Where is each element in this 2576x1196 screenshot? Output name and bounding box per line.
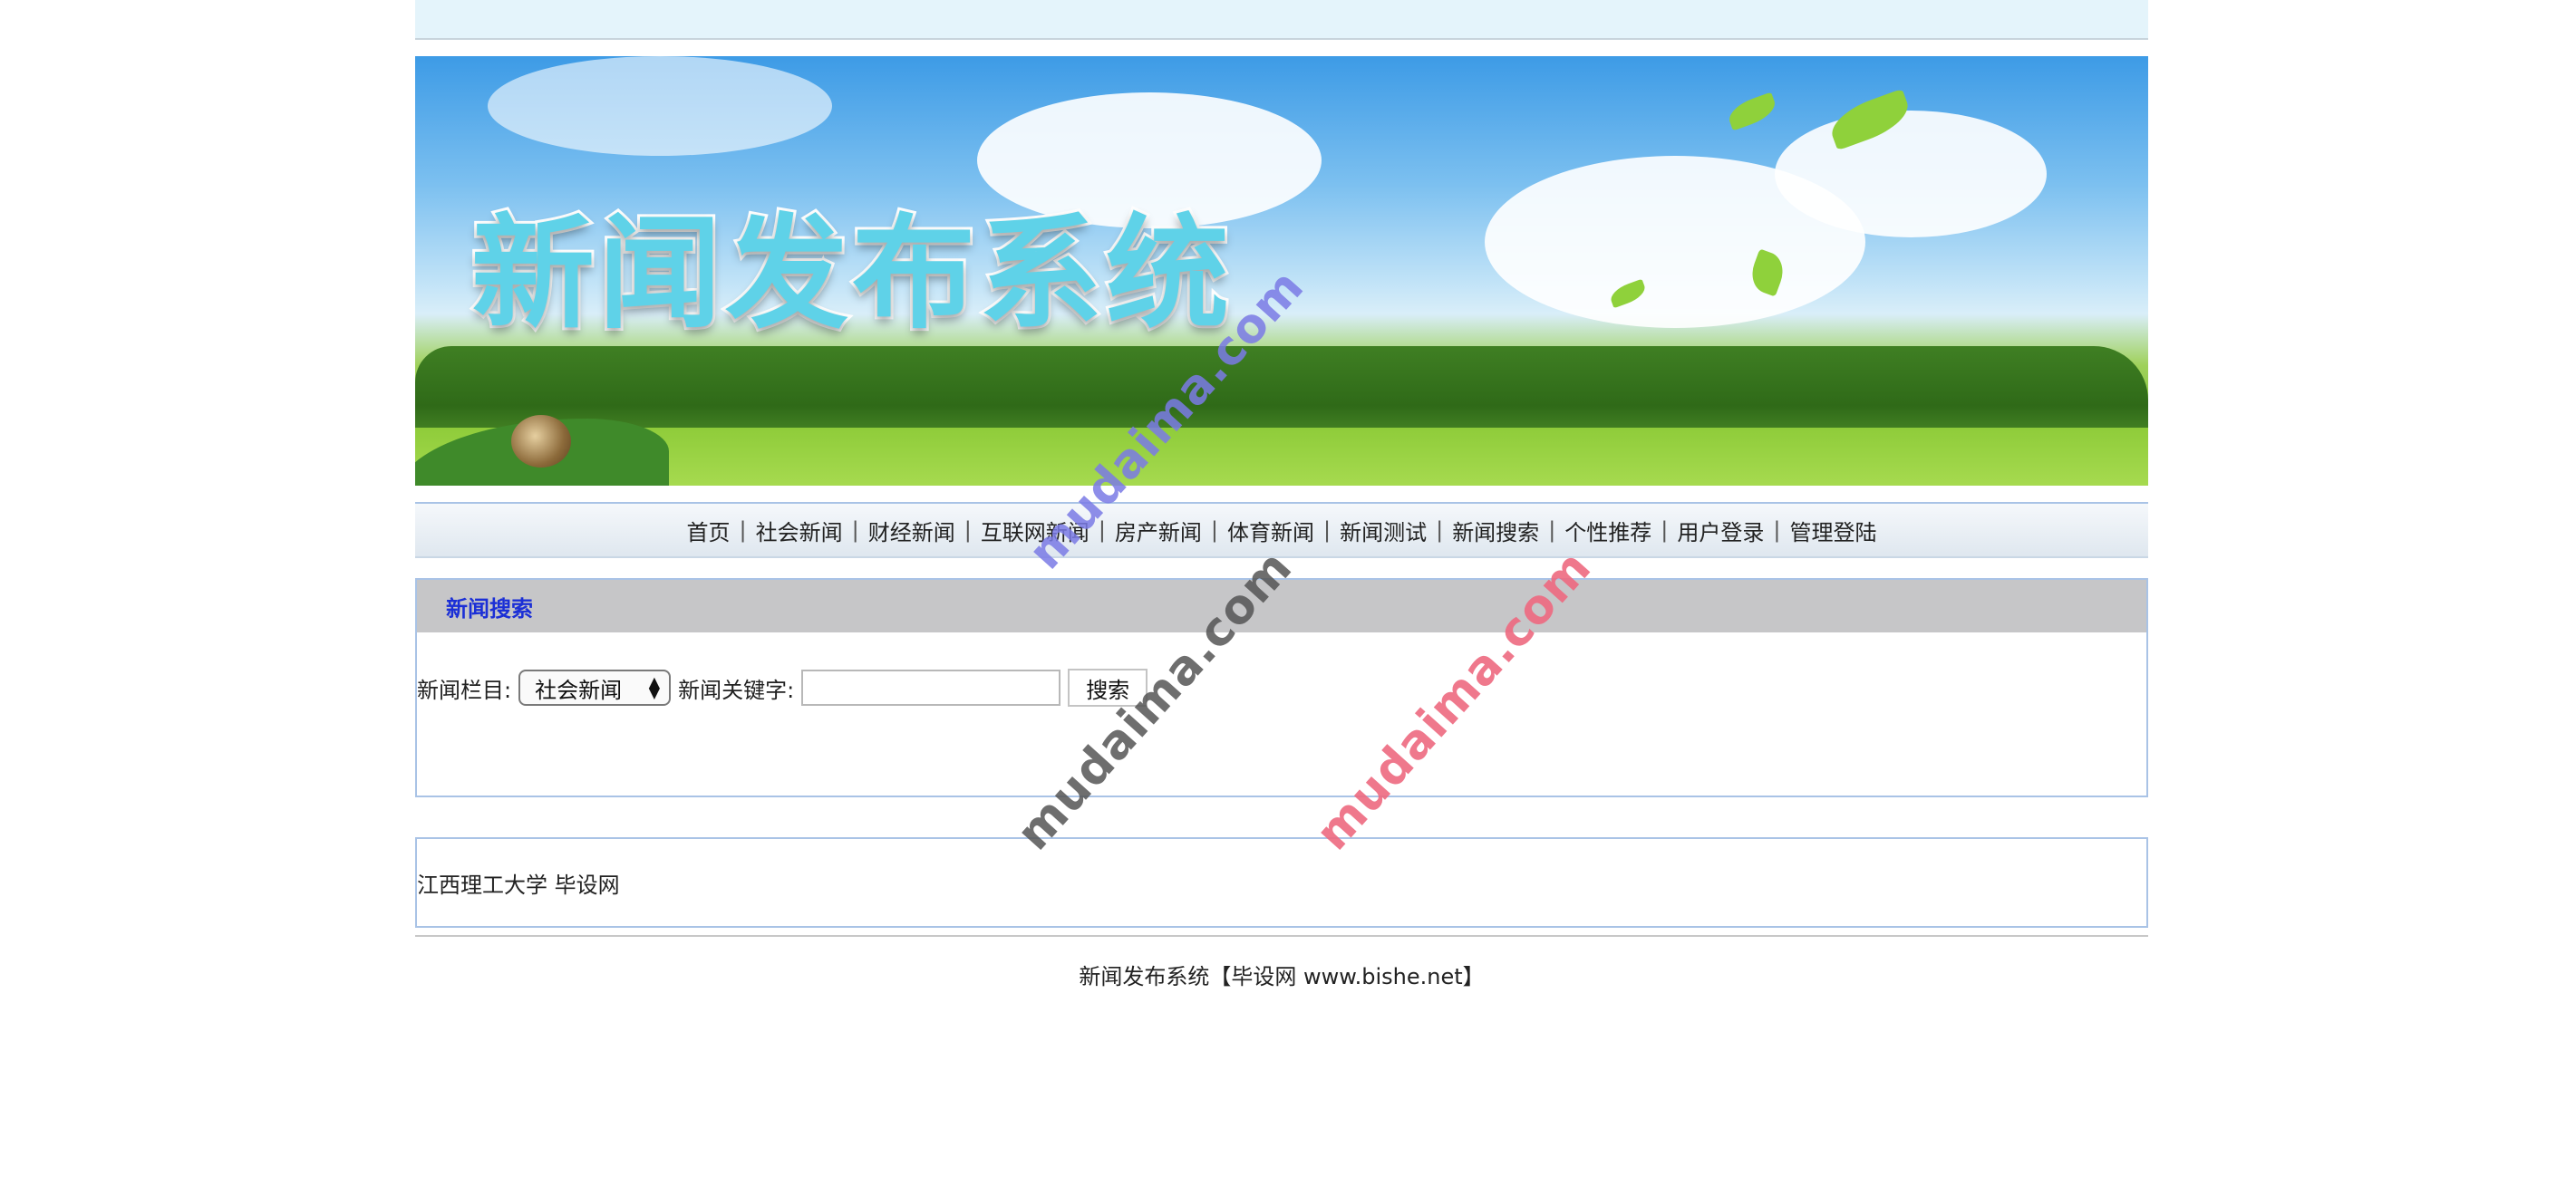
- top-bar: [415, 0, 2148, 40]
- nav-item-admin-login[interactable]: 管理登陆: [1789, 515, 1876, 546]
- nav-separator: |: [1210, 517, 1218, 543]
- snail-image: [511, 415, 571, 468]
- keyword-label: 新闻关键字:: [678, 677, 795, 703]
- leaf-icon: [1725, 92, 1779, 131]
- page-container: 新闻发布系统 首页 | 社会新闻 | 财经新闻 | 互联网新闻 | 房产新闻 |…: [415, 0, 2148, 989]
- search-panel-title: 新闻搜索: [446, 595, 533, 622]
- cloud-shape: [1775, 111, 2047, 237]
- nav-item-home[interactable]: 首页: [687, 515, 731, 546]
- category-label: 新闻栏目:: [417, 677, 512, 703]
- cloud-shape: [488, 56, 832, 156]
- nav-item-user-login[interactable]: 用户登录: [1677, 515, 1764, 546]
- nav-separator: |: [1436, 517, 1444, 543]
- nav-separator: |: [1323, 517, 1332, 543]
- grass-field: [415, 428, 2148, 486]
- nav-item-news-search[interactable]: 新闻搜索: [1452, 515, 1539, 546]
- nav-item-society-news[interactable]: 社会新闻: [756, 515, 843, 546]
- nav-item-test-news[interactable]: 新闻测试: [1340, 515, 1427, 546]
- category-select[interactable]: 社会新闻 ▲ ▼: [518, 670, 672, 706]
- category-select-value: 社会新闻: [535, 677, 623, 703]
- nav-separator: |: [1548, 517, 1556, 543]
- nav-separator: |: [1661, 517, 1669, 543]
- nav-item-sports-news[interactable]: 体育新闻: [1227, 515, 1314, 546]
- nav-item-realestate-news[interactable]: 房产新闻: [1115, 515, 1202, 546]
- nav-separator: |: [964, 517, 972, 543]
- footer-copyright: 新闻发布系统【毕设网 www.bishe.net】: [1079, 964, 1485, 989]
- footer-school-text: 江西理工大学 毕设网: [417, 872, 620, 898]
- select-arrows-icon: ▲ ▼: [648, 673, 661, 701]
- main-nav: 首页 | 社会新闻 | 财经新闻 | 互联网新闻 | 房产新闻 | 体育新闻 |…: [415, 502, 2148, 558]
- nav-separator: |: [1773, 517, 1781, 543]
- nav-separator: |: [851, 517, 859, 543]
- nav-separator: |: [739, 517, 747, 543]
- banner-title: 新闻发布系统: [469, 200, 1233, 349]
- search-form: 新闻栏目: 社会新闻 ▲ ▼ 新闻关键字: 搜索: [417, 663, 2146, 712]
- footer-divider: [415, 935, 2148, 937]
- search-panel: 新闻搜索 新闻栏目: 社会新闻 ▲ ▼ 新闻关键字: 搜索: [415, 578, 2148, 797]
- keyword-input[interactable]: [801, 670, 1061, 706]
- nav-item-finance-news[interactable]: 财经新闻: [868, 515, 955, 546]
- footer-info-box: 江西理工大学 毕设网: [415, 837, 2148, 928]
- nav-item-recommend[interactable]: 个性推荐: [1564, 515, 1651, 546]
